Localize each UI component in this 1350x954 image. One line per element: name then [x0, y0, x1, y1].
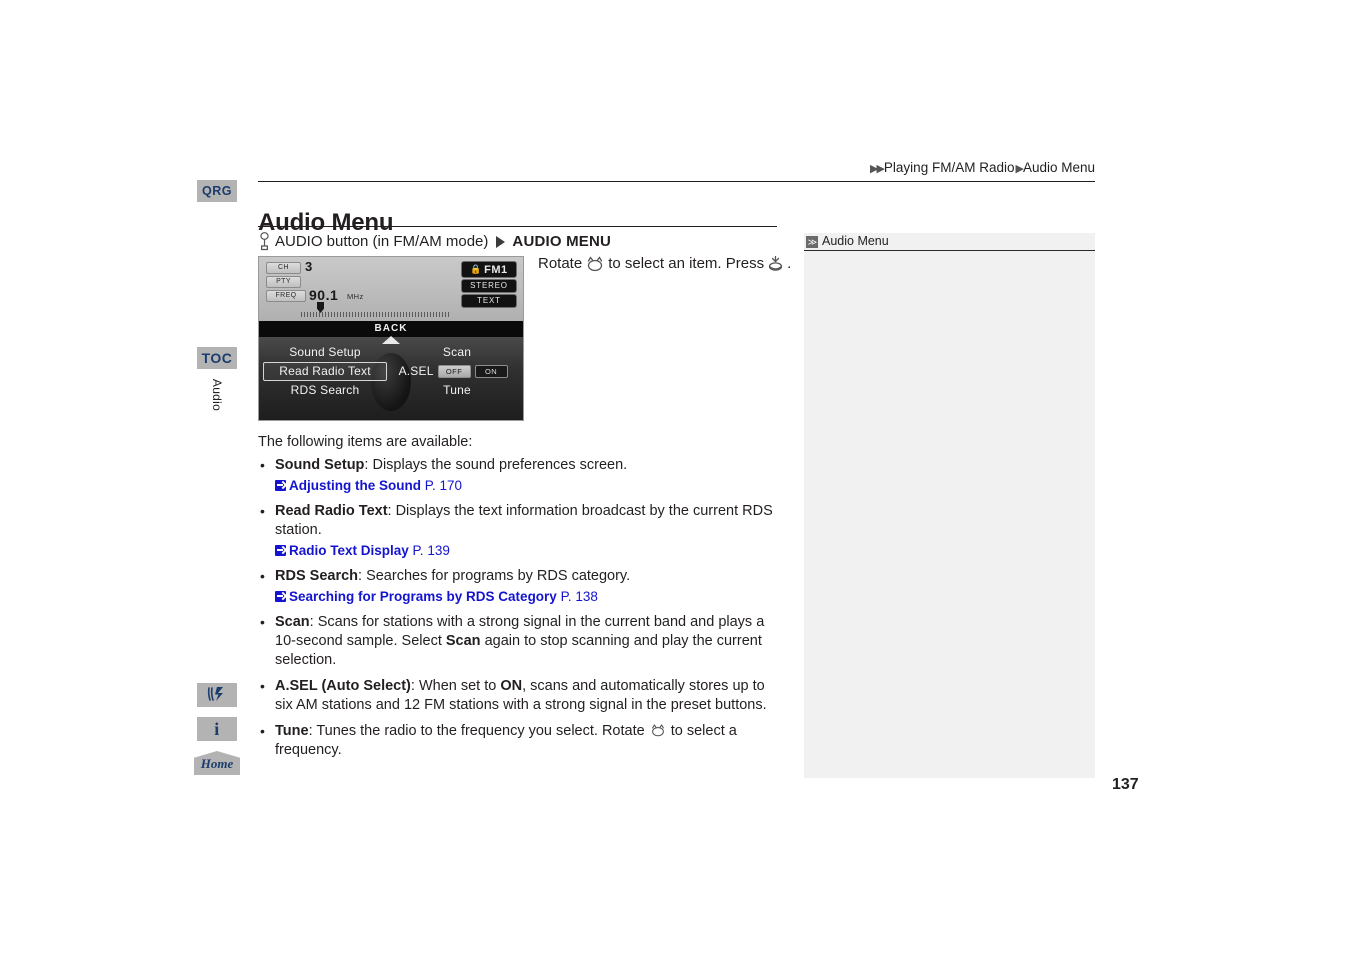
- radio-back-label: BACK: [374, 323, 408, 334]
- command-source: AUDIO button (in FM/AM mode): [275, 233, 489, 250]
- sidebar-section-audio-label: Audio: [209, 378, 224, 412]
- side-note-panel: ≫ Audio Menu: [804, 233, 1095, 778]
- radio-freq-unit: MHz: [347, 292, 364, 301]
- sidebar-tab-info[interactable]: i: [197, 717, 237, 741]
- side-note-body: [804, 251, 1095, 258]
- cross-reference-link[interactable]: Radio Text Display P. 139: [275, 541, 782, 560]
- cross-reference-label: Searching for Programs by RDS Category: [289, 589, 557, 604]
- cross-reference-page: P. 138: [560, 589, 598, 604]
- radio-menu-row-2: Read Radio Text A.SEL OFF ON: [259, 362, 523, 381]
- radio-pty-label: PTY: [266, 276, 301, 288]
- bullet-term: A.SEL (Auto Select): [275, 678, 411, 694]
- bullet-text: : Scans for stations with a strong signa…: [275, 614, 765, 668]
- lock-icon: 🔒: [470, 264, 483, 274]
- press-knob-icon: [768, 255, 783, 271]
- list-item: Sound Setup: Displays the sound preferen…: [258, 456, 782, 495]
- side-note-header: ≫ Audio Menu: [804, 233, 1095, 251]
- radio-asel-on-option[interactable]: ON: [474, 365, 508, 378]
- bullet-text: : Displays the sound preferences screen.: [364, 457, 628, 473]
- cross-reference-label: Adjusting the Sound: [289, 478, 421, 493]
- title-divider: [258, 226, 777, 227]
- sidebar-tab-toc[interactable]: TOC: [197, 347, 237, 369]
- radio-status-area: CH PTY FREQ 3 90.1 MHz 🔒 FM1 STEREO TEXT: [259, 257, 523, 321]
- radio-stereo-chip: STEREO: [461, 279, 517, 293]
- radio-menu-asel-label: A.SEL: [398, 364, 434, 378]
- radio-menu-item-scan[interactable]: Scan: [391, 343, 523, 362]
- rotary-knob-icon: [651, 724, 664, 737]
- list-item: Scan: Scans for stations with a strong s…: [258, 613, 782, 670]
- command-target: AUDIO MENU: [512, 233, 612, 250]
- bullet-text: : Searches for programs by RDS category.: [358, 568, 631, 584]
- radio-menu-row-3: RDS Search Tune: [259, 381, 523, 400]
- cross-reference-label: Radio Text Display: [289, 543, 409, 558]
- cross-reference-page: P. 170: [424, 478, 463, 493]
- rotate-instruction: Rotate to select an item. Press .: [538, 255, 791, 272]
- radio-band-chip: 🔒 FM1: [461, 261, 517, 278]
- list-item: Tune: Tunes the radio to the frequency y…: [258, 722, 782, 760]
- list-item: RDS Search: Searches for programs by RDS…: [258, 567, 782, 606]
- radio-asel-off-option[interactable]: OFF: [437, 365, 471, 378]
- page-number: 137: [1112, 776, 1139, 793]
- bullet-list: Sound Setup: Displays the sound preferen…: [258, 456, 782, 767]
- radio-menu-item-asel[interactable]: A.SEL OFF ON: [387, 362, 519, 381]
- breadcrumb: ▶▶Playing FM/AM Radio▶Audio Menu: [869, 160, 1095, 175]
- sidebar-tab-home[interactable]: Home: [194, 751, 240, 775]
- cross-reference-link[interactable]: Adjusting the Sound P. 170: [275, 476, 782, 495]
- bullet-term: Scan: [275, 614, 310, 630]
- bullet-term: RDS Search: [275, 568, 359, 584]
- voice-command-icon: [207, 687, 223, 701]
- sidebar-section-audio: Audio: [197, 372, 237, 432]
- jump-link-icon: [275, 545, 286, 556]
- list-item: A.SEL (Auto Select): When set to ON, sca…: [258, 677, 782, 715]
- intro-line: The following items are available:: [258, 434, 473, 450]
- radio-menu-item-rds-search[interactable]: RDS Search: [259, 381, 391, 400]
- sidebar-tab-qrg[interactable]: QRG: [197, 180, 237, 202]
- command-arrow-icon: [496, 235, 506, 248]
- bullet-text: : Tunes the radio to the frequency you s…: [275, 723, 737, 758]
- sidebar-tab-voice-command[interactable]: [197, 683, 237, 707]
- breadcrumb-arrow-second: ▶: [1015, 163, 1024, 175]
- audio-button-icon: [260, 232, 269, 251]
- bullet-term: Sound Setup: [275, 457, 365, 473]
- radio-menu-item-tune[interactable]: Tune: [391, 381, 523, 400]
- radio-audio-menu: Sound Setup Scan Read Radio Text A.SEL O…: [259, 337, 523, 420]
- radio-text-chip: TEXT: [461, 294, 517, 308]
- jump-link-icon: [275, 480, 286, 491]
- radio-freq-label: FREQ: [266, 290, 306, 302]
- home-icon: Home: [194, 751, 240, 775]
- rotary-knob-icon: [588, 256, 603, 272]
- side-note-title: Audio Menu: [822, 234, 889, 248]
- radio-back-bar[interactable]: BACK: [259, 321, 523, 344]
- jump-link-icon: [275, 591, 286, 602]
- rotate-instruction-before: Rotate: [538, 255, 583, 272]
- radio-display-illustration: CH PTY FREQ 3 90.1 MHz 🔒 FM1 STEREO TEXT …: [258, 256, 524, 421]
- radio-menu-row-1: Sound Setup Scan: [259, 343, 523, 362]
- breadcrumb-arrow-first: ▶▶: [870, 163, 885, 175]
- radio-menu-item-read-radio-text[interactable]: Read Radio Text: [263, 362, 388, 381]
- bullet-term: Read Radio Text: [275, 503, 388, 519]
- radio-band-label: FM1: [484, 264, 508, 276]
- rotate-instruction-middle: to select an item. Press: [608, 255, 765, 272]
- info-icon: i: [214, 719, 220, 739]
- cross-reference-link[interactable]: Searching for Programs by RDS Category P…: [275, 587, 782, 606]
- list-item: Read Radio Text: Displays the text infor…: [258, 502, 782, 560]
- sidebar-tab-home-label: Home: [200, 756, 234, 771]
- bullet-term: Tune: [275, 723, 309, 739]
- radio-freq-value: 90.1: [309, 287, 339, 303]
- radio-ch-value: 3: [305, 259, 313, 274]
- radio-menu-item-sound-setup[interactable]: Sound Setup: [259, 343, 391, 362]
- radio-ch-label: CH: [266, 262, 301, 274]
- command-path: AUDIO button (in FM/AM mode) AUDIO MENU: [258, 232, 611, 251]
- note-marker-icon: ≫: [806, 235, 818, 248]
- breadcrumb-parent[interactable]: Playing FM/AM Radio: [884, 160, 1015, 175]
- breadcrumb-current: Audio Menu: [1022, 160, 1095, 175]
- sidebar-tab-toc-label: TOC: [201, 350, 233, 366]
- sidebar-tab-qrg-label: QRG: [202, 184, 232, 198]
- header-divider: [258, 181, 1095, 182]
- radio-tuning-scale: [301, 312, 451, 317]
- cross-reference-page: P. 139: [412, 543, 450, 558]
- rotate-instruction-after: .: [787, 255, 792, 272]
